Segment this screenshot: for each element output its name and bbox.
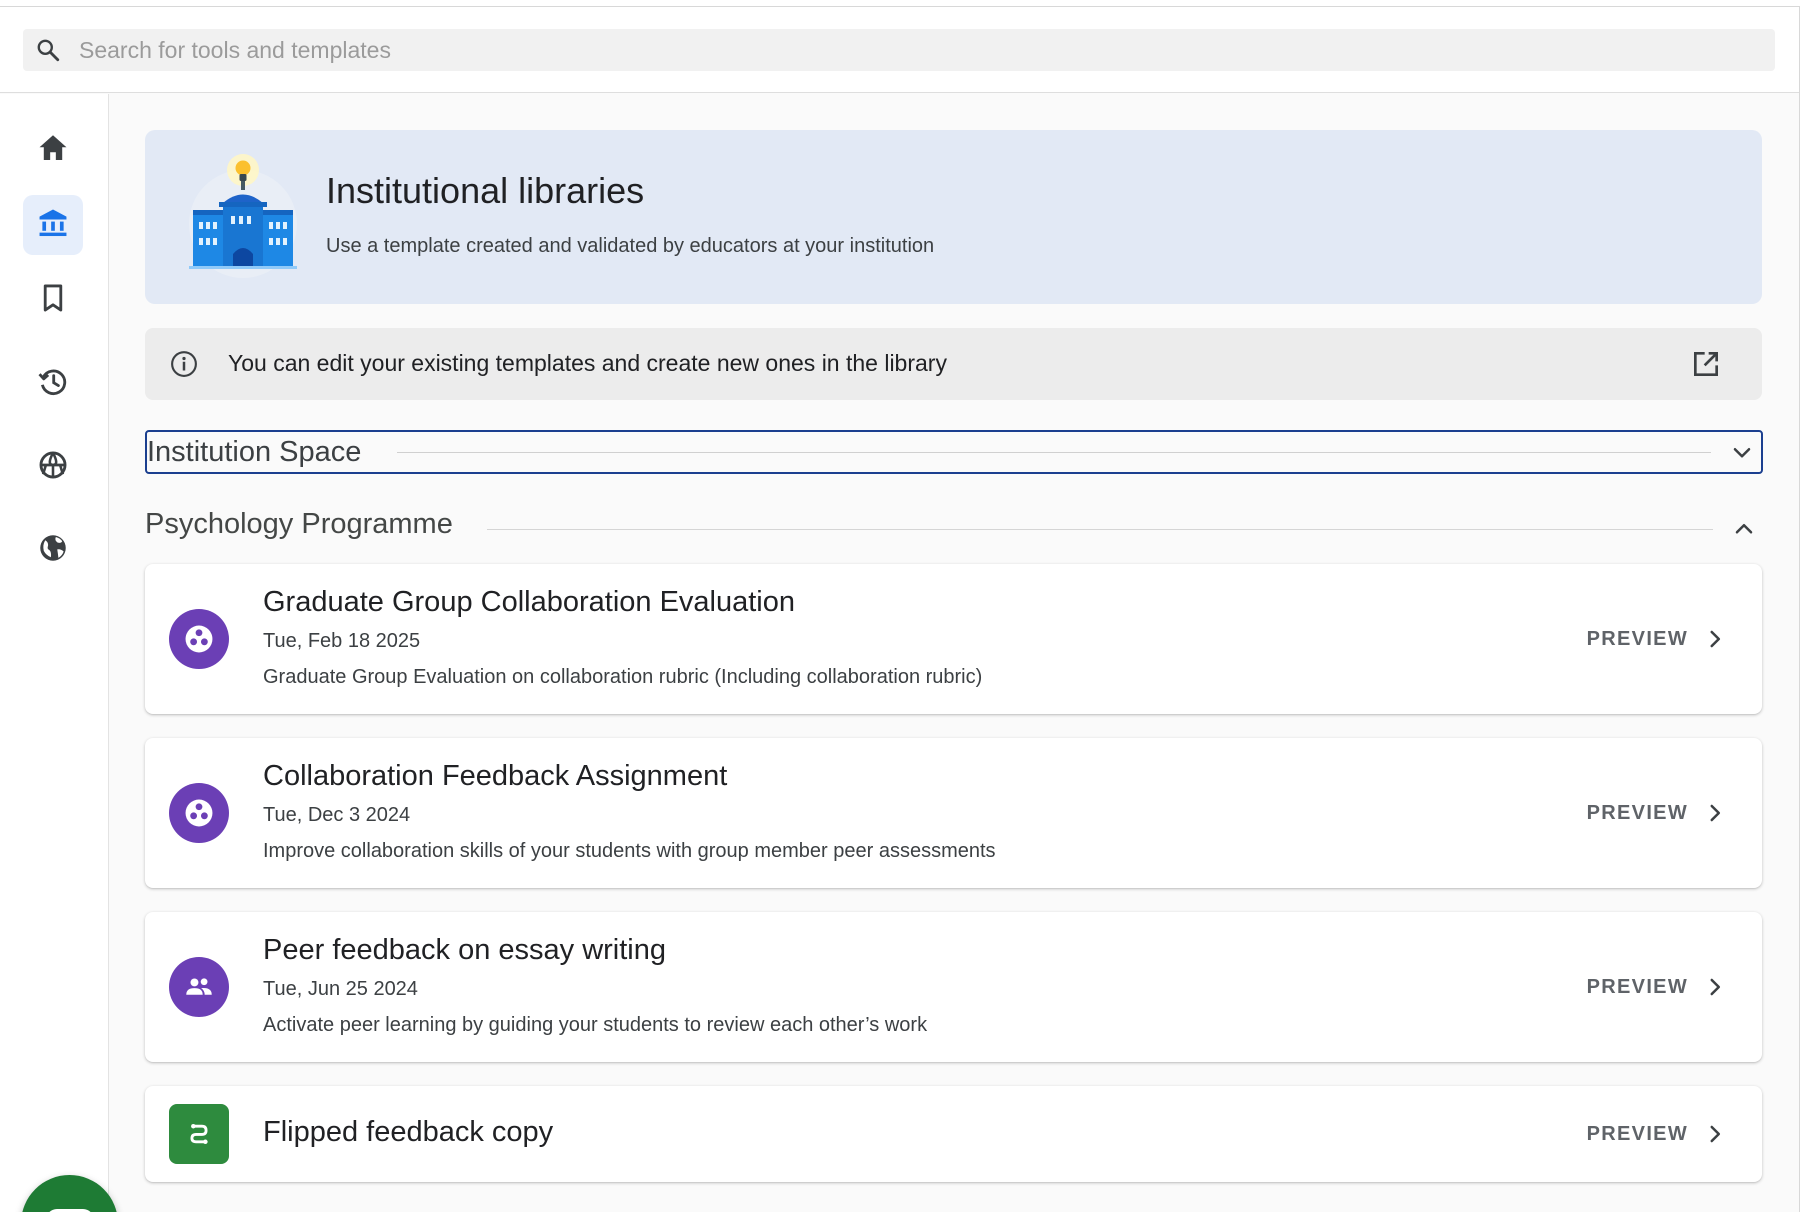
- page-title: Institutional libraries: [326, 170, 645, 211]
- people-icon: [169, 957, 229, 1017]
- template-description: Improve collaboration skills of your stu…: [263, 840, 996, 862]
- template-card[interactable]: Graduate Group Collaboration Evaluation …: [145, 564, 1762, 714]
- institution-space-value: Institution Space: [147, 436, 382, 469]
- chevron-right-icon: [1710, 1125, 1721, 1143]
- community-icon: [36, 448, 70, 487]
- template-title: Peer feedback on essay writing: [263, 934, 666, 966]
- chat-bubble-icon: [45, 1208, 94, 1212]
- template-card[interactable]: Peer feedback on essay writing Tue, Jun …: [145, 912, 1762, 1062]
- template-date: Tue, Dec 3 2024: [263, 804, 411, 826]
- preview-label: PREVIEW: [1586, 627, 1688, 650]
- info-icon: [169, 349, 199, 379]
- hero-banner: Institutional libraries Use a template c…: [145, 130, 1762, 304]
- search-bar[interactable]: [23, 29, 1775, 71]
- template-description: Activate peer learning by guiding your s…: [263, 1014, 928, 1036]
- template-title: Collaboration Feedback Assignment: [263, 760, 728, 792]
- home-icon: [36, 131, 70, 170]
- template-title: Flipped feedback copy: [263, 1116, 554, 1148]
- chevron-right-icon: [1710, 978, 1721, 996]
- flipped-feedback-icon: [169, 1104, 229, 1164]
- template-card[interactable]: Flipped feedback copy PREVIEW: [145, 1086, 1762, 1182]
- sidebar-item-history[interactable]: [23, 354, 83, 414]
- app-frame: Institutional libraries Use a template c…: [0, 6, 1800, 1212]
- sidebar-item-home[interactable]: [23, 120, 83, 180]
- section-header-psychology[interactable]: Psychology Programme: [145, 508, 1763, 552]
- template-title: Graduate Group Collaboration Evaluation: [263, 586, 795, 618]
- chevron-right-icon: [1710, 804, 1721, 822]
- open-in-new-icon[interactable]: [1690, 348, 1722, 380]
- section-divider: [487, 529, 1713, 530]
- template-card[interactable]: Collaboration Feedback Assignment Tue, D…: [145, 738, 1762, 888]
- preview-button[interactable]: PREVIEW: [1587, 1114, 1728, 1154]
- preview-button[interactable]: PREVIEW: [1587, 793, 1728, 833]
- sidebar-item-institutional-libraries[interactable]: [23, 195, 83, 255]
- institution-illustration: [181, 154, 305, 278]
- sidebar-item-bookmarks[interactable]: [23, 270, 83, 330]
- institution-icon: [36, 206, 70, 245]
- main-content: Institutional libraries Use a template c…: [110, 94, 1799, 1212]
- group-evaluation-icon: [169, 783, 229, 843]
- info-banner: You can edit your existing templates and…: [145, 328, 1762, 400]
- preview-button[interactable]: PREVIEW: [1587, 967, 1728, 1007]
- chevron-right-icon: [1710, 630, 1721, 648]
- template-date: Tue, Feb 18 2025: [263, 630, 421, 652]
- select-divider: [397, 452, 1711, 453]
- preview-button[interactable]: PREVIEW: [1587, 619, 1728, 659]
- page-subtitle: Use a template created and validated by …: [326, 235, 935, 257]
- search-input[interactable]: [79, 29, 1759, 71]
- app: Institutional libraries Use a template c…: [0, 0, 1802, 1212]
- sidebar-item-community[interactable]: [23, 437, 83, 497]
- template-description: Graduate Group Evaluation on collaborati…: [263, 666, 983, 688]
- globe-icon: [36, 531, 70, 570]
- bookmark-icon: [36, 281, 70, 320]
- preview-label: PREVIEW: [1586, 801, 1688, 824]
- chevron-down-icon: [1729, 440, 1755, 466]
- preview-label: PREVIEW: [1586, 1122, 1688, 1145]
- sidebar-item-public[interactable]: [23, 520, 83, 580]
- template-date: Tue, Jun 25 2024: [263, 978, 418, 1000]
- history-icon: [36, 365, 70, 404]
- top-header: [0, 7, 1799, 93]
- chevron-up-icon[interactable]: [1731, 516, 1757, 542]
- section-title: Psychology Programme: [145, 508, 453, 540]
- chat-button[interactable]: [21, 1175, 118, 1212]
- sidebar: [0, 94, 118, 1212]
- info-banner-text: You can edit your existing templates and…: [228, 350, 947, 376]
- search-icon: [35, 37, 61, 63]
- institution-space-select[interactable]: Institution Space: [145, 430, 1763, 474]
- group-evaluation-icon: [169, 609, 229, 669]
- preview-label: PREVIEW: [1586, 975, 1688, 998]
